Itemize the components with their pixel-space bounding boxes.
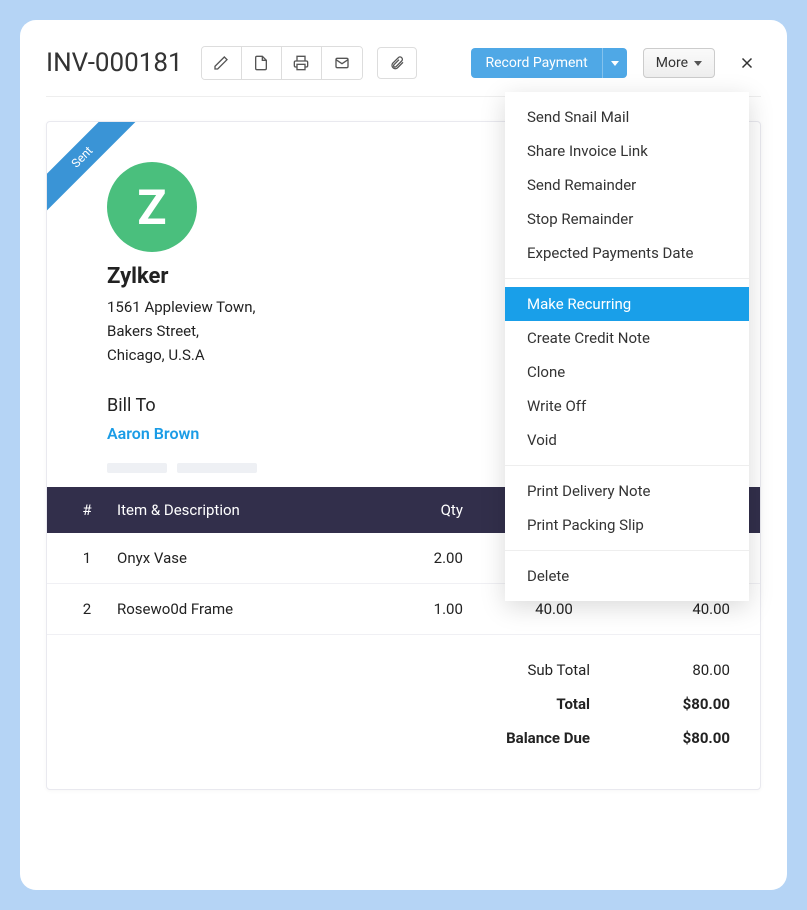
more-button-label: More [656, 55, 688, 71]
menu-create-credit-note[interactable]: Create Credit Note [505, 321, 749, 355]
pdf-icon [253, 55, 269, 71]
menu-divider [505, 550, 749, 551]
menu-print-packing-slip[interactable]: Print Packing Slip [505, 508, 749, 542]
menu-delete[interactable]: Delete [505, 559, 749, 593]
col-num: # [47, 487, 107, 533]
subtotal-row: Sub Total 80.00 [47, 653, 730, 687]
record-payment-button[interactable]: Record Payment [471, 48, 601, 78]
totals-block: Sub Total 80.00 Total $80.00 Balance Due… [47, 635, 760, 755]
status-ribbon-label: Sent [47, 122, 141, 216]
mail-icon [334, 55, 350, 71]
total-value: $80.00 [640, 695, 730, 713]
menu-divider [505, 465, 749, 466]
more-button[interactable]: More [643, 48, 715, 78]
close-button[interactable] [733, 49, 761, 77]
cell-qty: 1.00 [379, 584, 473, 635]
col-qty: Qty [379, 487, 473, 533]
caret-down-icon [694, 61, 702, 66]
cell-num: 1 [47, 533, 107, 584]
balance-row: Balance Due $80.00 [47, 721, 730, 755]
print-button[interactable] [282, 47, 322, 79]
placeholder-bar [177, 463, 257, 473]
total-label: Total [470, 695, 590, 713]
caret-down-icon [611, 61, 619, 66]
cell-qty: 2.00 [379, 533, 473, 584]
header-bar: INV-000181 Record Payment More [46, 46, 761, 97]
record-payment-split-button: Record Payment [471, 48, 626, 78]
invoice-detail-window: INV-000181 Record Payment More [20, 20, 787, 890]
pdf-button[interactable] [242, 47, 282, 79]
menu-void[interactable]: Void [505, 423, 749, 457]
menu-divider [505, 278, 749, 279]
menu-expected-payments-date[interactable]: Expected Payments Date [505, 236, 749, 270]
menu-make-recurring[interactable]: Make Recurring [505, 287, 749, 321]
cell-item: Rosewo0d Frame [107, 584, 379, 635]
close-icon [738, 54, 756, 72]
paperclip-icon [389, 55, 405, 71]
menu-print-delivery-note[interactable]: Print Delivery Note [505, 474, 749, 508]
menu-stop-remainder[interactable]: Stop Remainder [505, 202, 749, 236]
cell-item: Onyx Vase [107, 533, 379, 584]
balance-label: Balance Due [470, 729, 590, 747]
page-title: INV-000181 [46, 48, 183, 78]
edit-button[interactable] [202, 47, 242, 79]
col-item: Item & Description [107, 487, 379, 533]
subtotal-label: Sub Total [470, 661, 590, 679]
printer-icon [293, 55, 309, 71]
attachment-button[interactable] [377, 47, 417, 79]
menu-clone[interactable]: Clone [505, 355, 749, 389]
balance-value: $80.00 [640, 729, 730, 747]
subtotal-value: 80.00 [640, 661, 730, 679]
more-dropdown-menu: Send Snail Mail Share Invoice Link Send … [505, 92, 749, 601]
placeholder-bar [107, 463, 167, 473]
status-ribbon: Sent [47, 122, 147, 222]
toolbar-group [201, 46, 363, 80]
cell-num: 2 [47, 584, 107, 635]
total-row: Total $80.00 [47, 687, 730, 721]
pencil-icon [213, 55, 229, 71]
menu-send-remainder[interactable]: Send Remainder [505, 168, 749, 202]
menu-send-snail-mail[interactable]: Send Snail Mail [505, 100, 749, 134]
email-button[interactable] [322, 47, 362, 79]
menu-share-invoice-link[interactable]: Share Invoice Link [505, 134, 749, 168]
record-payment-dropdown[interactable] [602, 48, 627, 78]
menu-write-off[interactable]: Write Off [505, 389, 749, 423]
